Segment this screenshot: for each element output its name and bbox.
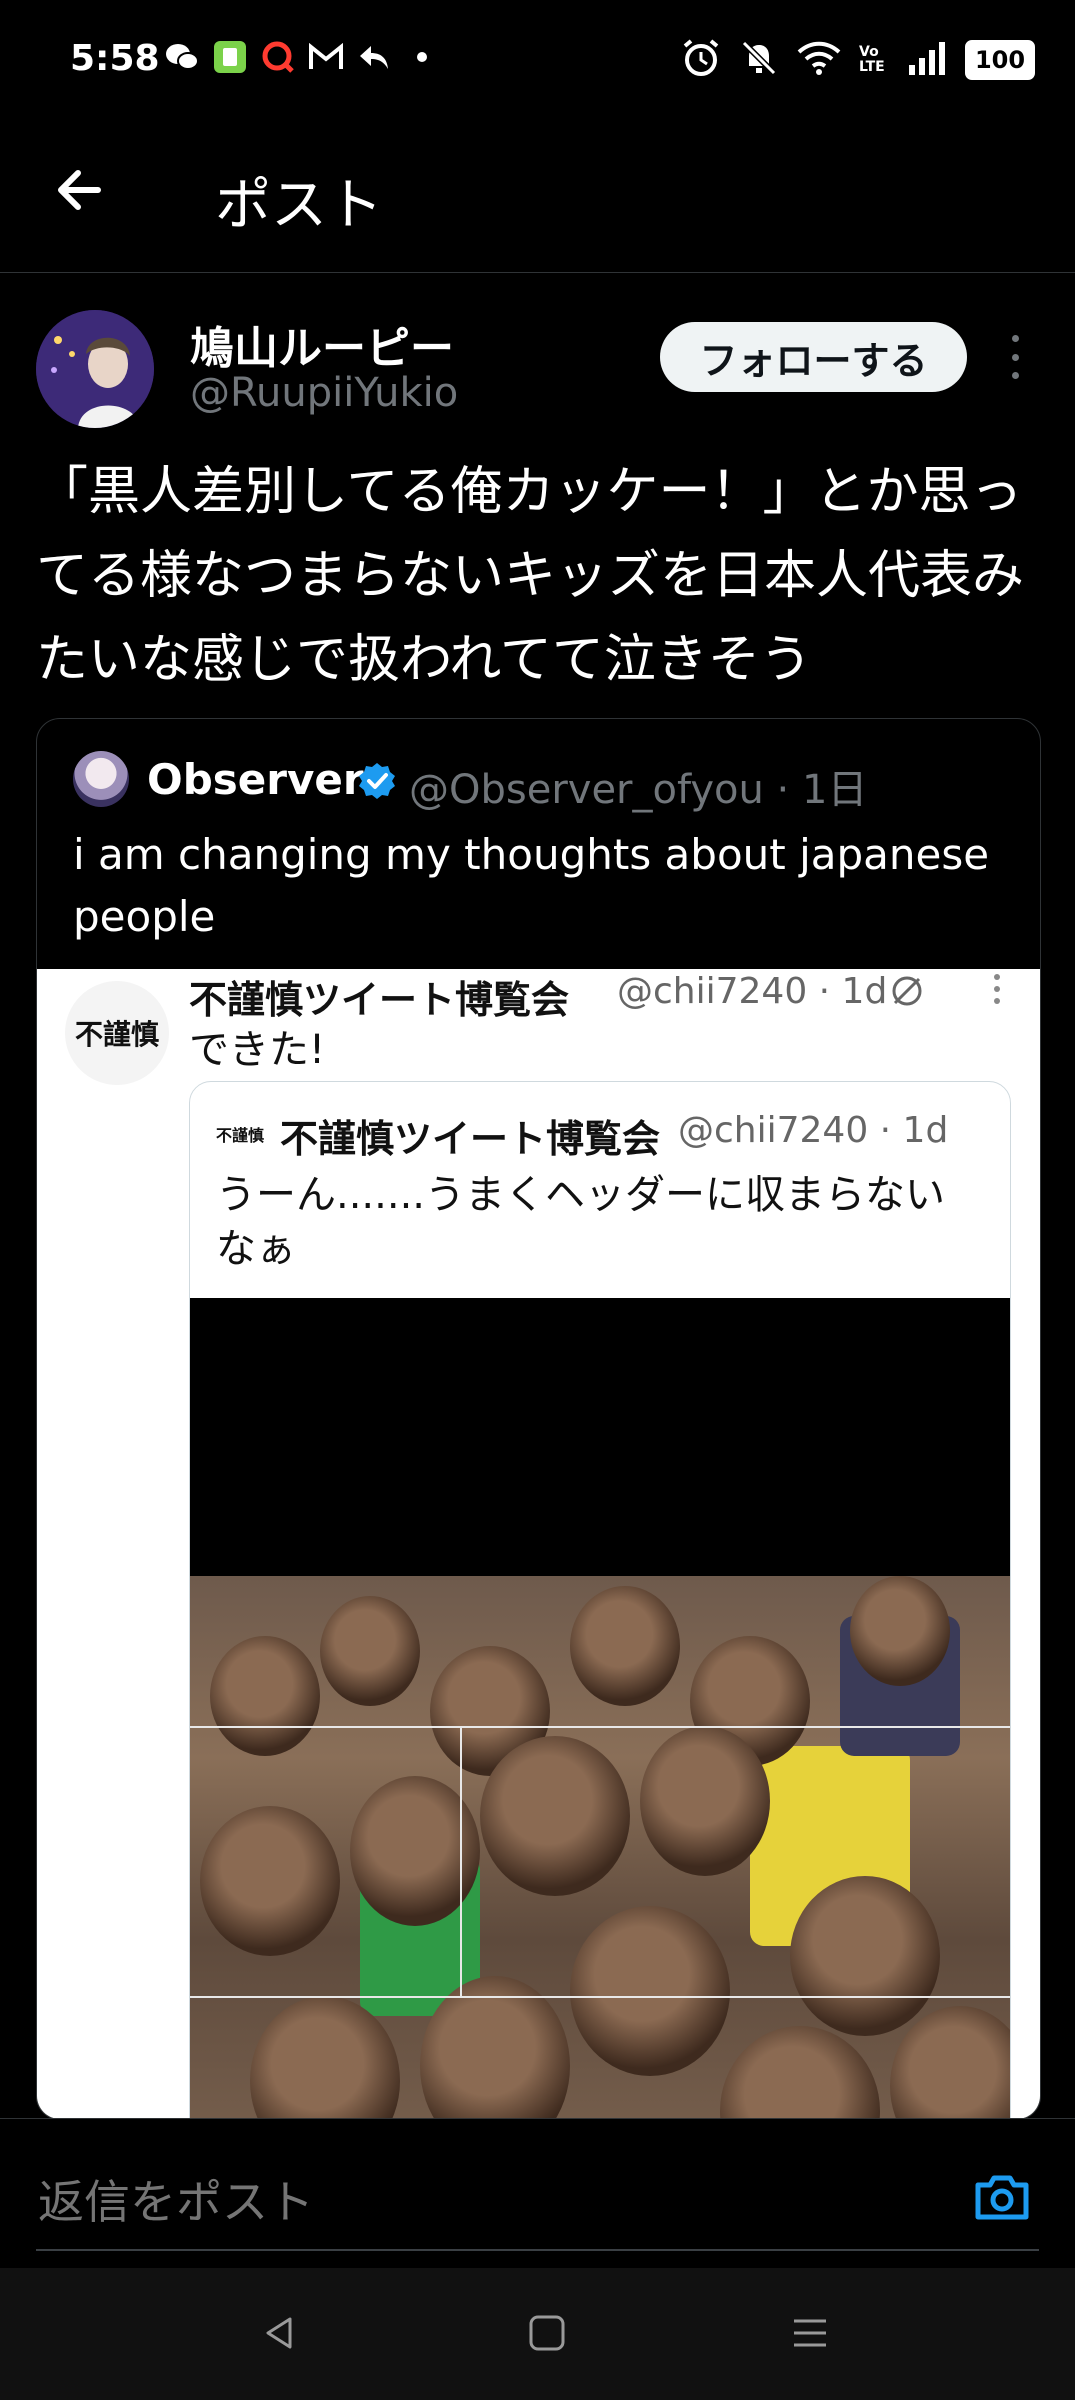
author-display-name[interactable]: 鳩山ルーピー: [190, 312, 454, 376]
nav-back-icon[interactable]: [250, 2308, 310, 2358]
quoted-media-image[interactable]: 不謹慎 不謹慎ツイート博覧会 @chii7240 · 1d できた! 不謹慎 不…: [37, 969, 1040, 2119]
reply-divider: [36, 2249, 1039, 2251]
reply-bar: [0, 2118, 1075, 2269]
screenshot-header-black-area: [190, 1298, 1010, 1576]
alarm-icon: [681, 38, 721, 82]
author-handle[interactable]: @RuupiiYukio: [190, 370, 458, 416]
app-green-icon: [213, 40, 247, 74]
wechat-icon: [165, 40, 199, 74]
system-icons: Vo LTE 100: [681, 38, 1035, 82]
screenshot-author-handle: @chii7240 · 1d: [617, 971, 888, 1012]
quoted-author-avatar: [73, 751, 129, 807]
screenshot-inner-quote: 不謹慎 不謹慎ツイート博覧会 @chii7240 · 1d うーん.......…: [189, 1081, 1011, 2119]
top-app-bar: ポスト: [0, 130, 1075, 273]
screenshot-more-icon: [987, 969, 1007, 1018]
screenshot-author-name: 不謹慎ツイート博覧会: [189, 978, 570, 1022]
screenshot-avatar: 不謹慎: [65, 981, 169, 1085]
volte-label: Vo LTE: [859, 44, 885, 75]
status-time: 5:58: [70, 38, 160, 79]
quoted-author-name: Observer: [147, 755, 364, 804]
page-title: ポスト: [215, 173, 383, 238]
reply-arrow-icon: [357, 40, 391, 74]
children-photo: [190, 1576, 1010, 2119]
quoted-post[interactable]: Observer @Observer_ofyou · 1日 i am chang…: [36, 718, 1041, 2120]
quoted-post-text: i am changing my thoughts about japanese…: [73, 830, 990, 941]
screenshot-post-text: できた!: [189, 1027, 326, 1073]
status-bar: 5:58 Vo LTE 100: [0, 0, 1075, 120]
screenshot-inner-text: うーん.......うまくヘッダーに収まらないなぁ: [216, 1172, 946, 1272]
reply-input[interactable]: [36, 2171, 900, 2233]
notification-icons: [165, 40, 439, 74]
screenshot-inner-name: 不謹慎ツイート博覧会: [280, 1117, 661, 1161]
post-text: 「黒人差別してる俺カッケー！」とか思ってる様なつまらないキッズを日本人代表みたい…: [36, 462, 1025, 690]
camera-icon[interactable]: [972, 2171, 1032, 2223]
screenshot-analytics-icon: [887, 971, 927, 1020]
signal-icon: [907, 41, 947, 79]
author-avatar[interactable]: [36, 310, 154, 428]
silent-bell-icon: [739, 38, 779, 82]
gmail-icon: [309, 40, 343, 74]
wifi-icon: [797, 40, 841, 80]
verified-badge-icon: [357, 761, 397, 801]
nav-home-icon[interactable]: [517, 2308, 577, 2358]
follow-button[interactable]: フォローする: [660, 322, 967, 392]
more-notifications-dot-icon: [405, 40, 439, 74]
system-navigation-bar: [0, 2268, 1075, 2400]
screenshot-inner-avatar: 不謹慎: [216, 1126, 265, 1145]
battery-indicator: 100: [965, 40, 1035, 80]
app-red-icon: [261, 40, 295, 74]
more-vertical-icon[interactable]: [1000, 335, 1030, 379]
nav-menu-icon[interactable]: [780, 2308, 840, 2358]
arrow-left-icon[interactable]: [50, 160, 120, 230]
screenshot-inner-handle: @chii7240 · 1d: [678, 1110, 949, 1151]
quoted-author-handle: @Observer_ofyou · 1日: [409, 767, 868, 813]
